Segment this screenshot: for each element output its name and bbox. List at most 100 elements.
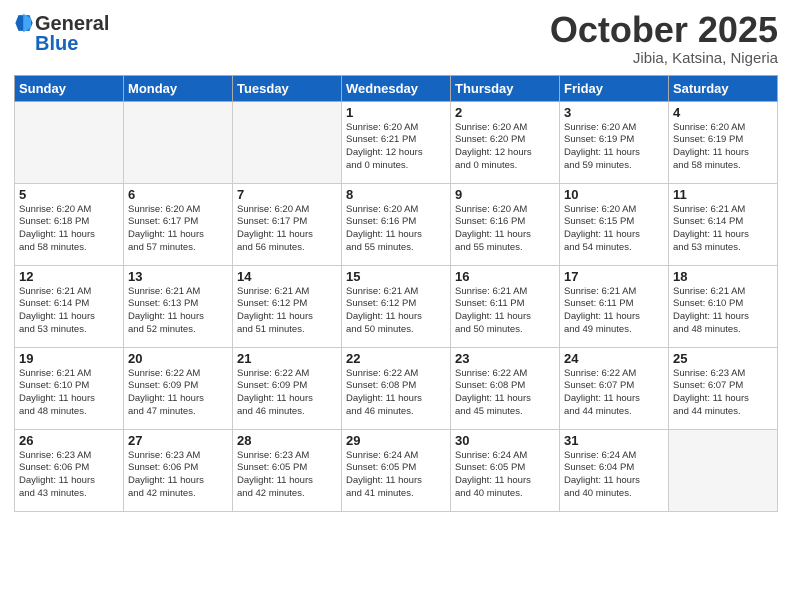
- day-info: Sunrise: 6:23 AM Sunset: 6:07 PM Dayligh…: [673, 368, 773, 419]
- day-info: Sunrise: 6:20 AM Sunset: 6:16 PM Dayligh…: [455, 204, 555, 255]
- day-number: 18: [673, 269, 773, 284]
- day-number: 3: [564, 105, 664, 120]
- calendar-cell: 13Sunrise: 6:21 AM Sunset: 6:13 PM Dayli…: [124, 265, 233, 347]
- day-info: Sunrise: 6:21 AM Sunset: 6:14 PM Dayligh…: [19, 286, 119, 337]
- day-number: 4: [673, 105, 773, 120]
- header-wednesday: Wednesday: [342, 75, 451, 101]
- day-number: 10: [564, 187, 664, 202]
- day-number: 20: [128, 351, 228, 366]
- calendar-cell: 27Sunrise: 6:23 AM Sunset: 6:06 PM Dayli…: [124, 429, 233, 511]
- calendar-cell: [669, 429, 778, 511]
- day-number: 29: [346, 433, 446, 448]
- day-info: Sunrise: 6:20 AM Sunset: 6:15 PM Dayligh…: [564, 204, 664, 255]
- calendar-cell: 28Sunrise: 6:23 AM Sunset: 6:05 PM Dayli…: [233, 429, 342, 511]
- day-info: Sunrise: 6:24 AM Sunset: 6:05 PM Dayligh…: [346, 450, 446, 501]
- day-number: 1: [346, 105, 446, 120]
- calendar-cell: 30Sunrise: 6:24 AM Sunset: 6:05 PM Dayli…: [451, 429, 560, 511]
- calendar-cell: 14 Sunrise: 6:21 AM Sunset: 6:12 PM Dayli…: [233, 265, 342, 347]
- day-info: Sunrise: 6:20 AM Sunset: 6:18 PM Dayligh…: [19, 204, 119, 255]
- day-info: Sunrise: 6:20 AM Sunset: 6:17 PM Dayligh…: [128, 204, 228, 255]
- day-info: Sunrise: 6:24 AM Sunset: 6:05 PM Dayligh…: [455, 450, 555, 501]
- header-monday: Monday: [124, 75, 233, 101]
- calendar-week-3: 19Sunrise: 6:21 AM Sunset: 6:10 PM Dayli…: [15, 347, 778, 429]
- calendar-cell: 31 Sunrise: 6:24 AM Sunset: 6:04 PM Dayli…: [560, 429, 669, 511]
- calendar-cell: 3Sunrise: 6:20 AM Sunset: 6:19 PM Daylig…: [560, 101, 669, 183]
- day-number: 31: [564, 433, 664, 448]
- calendar-cell: 5 Sunrise: 6:20 AM Sunset: 6:18 PM Daylig…: [15, 183, 124, 265]
- calendar-cell: 24 Sunrise: 6:22 AM Sunset: 6:07 PM Dayli…: [560, 347, 669, 429]
- calendar-cell: [15, 101, 124, 183]
- day-number: 6: [128, 187, 228, 202]
- calendar-cell: 15Sunrise: 6:21 AM Sunset: 6:12 PM Dayli…: [342, 265, 451, 347]
- day-info: Sunrise: 6:20 AM Sunset: 6:16 PM Dayligh…: [346, 204, 446, 255]
- header-sunday: Sunday: [15, 75, 124, 101]
- day-info: Sunrise: 6:21 AM Sunset: 6:12 PM Dayligh…: [237, 286, 337, 337]
- day-number: 7: [237, 187, 337, 202]
- day-info: Sunrise: 6:22 AM Sunset: 6:08 PM Dayligh…: [346, 368, 446, 419]
- day-number: 22: [346, 351, 446, 366]
- day-info: Sunrise: 6:21 AM Sunset: 6:10 PM Dayligh…: [673, 286, 773, 337]
- calendar-cell: [124, 101, 233, 183]
- calendar-cell: 19Sunrise: 6:21 AM Sunset: 6:10 PM Dayli…: [15, 347, 124, 429]
- title-block: October 2025 Jibia, Katsina, Nigeria: [550, 10, 778, 67]
- location: Jibia, Katsina, Nigeria: [550, 50, 778, 67]
- calendar-cell: 25 Sunrise: 6:23 AM Sunset: 6:07 PM Dayli…: [669, 347, 778, 429]
- day-number: 23: [455, 351, 555, 366]
- day-info: Sunrise: 6:23 AM Sunset: 6:06 PM Dayligh…: [128, 450, 228, 501]
- day-info: Sunrise: 6:22 AM Sunset: 6:09 PM Dayligh…: [128, 368, 228, 419]
- day-info: Sunrise: 6:24 AM Sunset: 6:04 PM Dayligh…: [564, 450, 664, 501]
- calendar-cell: 4 Sunrise: 6:20 AM Sunset: 6:19 PM Daylig…: [669, 101, 778, 183]
- day-info: Sunrise: 6:22 AM Sunset: 6:08 PM Dayligh…: [455, 368, 555, 419]
- day-number: 14: [237, 269, 337, 284]
- day-number: 12: [19, 269, 119, 284]
- day-number: 9: [455, 187, 555, 202]
- calendar-cell: 8Sunrise: 6:20 AM Sunset: 6:16 PM Daylig…: [342, 183, 451, 265]
- day-info: Sunrise: 6:21 AM Sunset: 6:13 PM Dayligh…: [128, 286, 228, 337]
- header-saturday: Saturday: [669, 75, 778, 101]
- day-number: 17: [564, 269, 664, 284]
- day-number: 19: [19, 351, 119, 366]
- day-number: 21: [237, 351, 337, 366]
- day-number: 26: [19, 433, 119, 448]
- day-info: Sunrise: 6:20 AM Sunset: 6:19 PM Dayligh…: [673, 122, 773, 173]
- calendar-cell: 26Sunrise: 6:23 AM Sunset: 6:06 PM Dayli…: [15, 429, 124, 511]
- calendar-cell: 22 Sunrise: 6:22 AM Sunset: 6:08 PM Dayli…: [342, 347, 451, 429]
- calendar-cell: 1 Sunrise: 6:20 AM Sunset: 6:21 PM Daylig…: [342, 101, 451, 183]
- calendar-cell: 10 Sunrise: 6:20 AM Sunset: 6:15 PM Dayli…: [560, 183, 669, 265]
- calendar-cell: 21 Sunrise: 6:22 AM Sunset: 6:09 PM Dayli…: [233, 347, 342, 429]
- calendar-cell: 23 Sunrise: 6:22 AM Sunset: 6:08 PM Dayli…: [451, 347, 560, 429]
- page: General Blue October 2025 Jibia, Katsina…: [0, 0, 792, 612]
- header: General Blue October 2025 Jibia, Katsina…: [14, 10, 778, 67]
- header-friday: Friday: [560, 75, 669, 101]
- day-number: 24: [564, 351, 664, 366]
- day-number: 5: [19, 187, 119, 202]
- day-info: Sunrise: 6:21 AM Sunset: 6:11 PM Dayligh…: [455, 286, 555, 337]
- calendar-week-4: 26 Sunrise: 6:23 AM Sunset: 6:06 PM Dayli…: [15, 429, 778, 511]
- calendar-week-1: 5 Sunrise: 6:20 AM Sunset: 6:18 PM Daylig…: [15, 183, 778, 265]
- calendar-cell: [233, 101, 342, 183]
- day-info: Sunrise: 6:22 AM Sunset: 6:07 PM Dayligh…: [564, 368, 664, 419]
- calendar-cell: 18 Sunrise: 6:21 AM Sunset: 6:10 PM Dayli…: [669, 265, 778, 347]
- calendar-cell: 16Sunrise: 6:21 AM Sunset: 6:11 PM Dayli…: [451, 265, 560, 347]
- day-number: 28: [237, 433, 337, 448]
- header-thursday: Thursday: [451, 75, 560, 101]
- day-number: 25: [673, 351, 773, 366]
- day-info: Sunrise: 6:21 AM Sunset: 6:11 PM Dayligh…: [564, 286, 664, 337]
- calendar-cell: 11Sunrise: 6:21 AM Sunset: 6:14 PM Dayli…: [669, 183, 778, 265]
- header-tuesday: Tuesday: [233, 75, 342, 101]
- day-number: 15: [346, 269, 446, 284]
- calendar-cell: 9 Sunrise: 6:20 AM Sunset: 6:16 PM Daylig…: [451, 183, 560, 265]
- calendar-cell: 6 Sunrise: 6:20 AM Sunset: 6:17 PM Daylig…: [124, 183, 233, 265]
- day-info: Sunrise: 6:22 AM Sunset: 6:09 PM Dayligh…: [237, 368, 337, 419]
- calendar-cell: 17 Sunrise: 6:21 AM Sunset: 6:11 PM Dayli…: [560, 265, 669, 347]
- day-number: 2: [455, 105, 555, 120]
- calendar-cell: 20 Sunrise: 6:22 AM Sunset: 6:09 PM Dayli…: [124, 347, 233, 429]
- day-info: Sunrise: 6:20 AM Sunset: 6:21 PM Dayligh…: [346, 122, 446, 173]
- calendar-cell: 7 Sunrise: 6:20 AM Sunset: 6:17 PM Daylig…: [233, 183, 342, 265]
- day-info: Sunrise: 6:20 AM Sunset: 6:17 PM Dayligh…: [237, 204, 337, 255]
- calendar-cell: 29 Sunrise: 6:24 AM Sunset: 6:05 PM Dayli…: [342, 429, 451, 511]
- calendar-week-0: 1 Sunrise: 6:20 AM Sunset: 6:21 PM Daylig…: [15, 101, 778, 183]
- calendar-header-row: Sunday Monday Tuesday Wednesday Thursday…: [15, 75, 778, 101]
- calendar-cell: 2Sunrise: 6:20 AM Sunset: 6:20 PM Daylig…: [451, 101, 560, 183]
- calendar-cell: 12 Sunrise: 6:21 AM Sunset: 6:14 PM Dayli…: [15, 265, 124, 347]
